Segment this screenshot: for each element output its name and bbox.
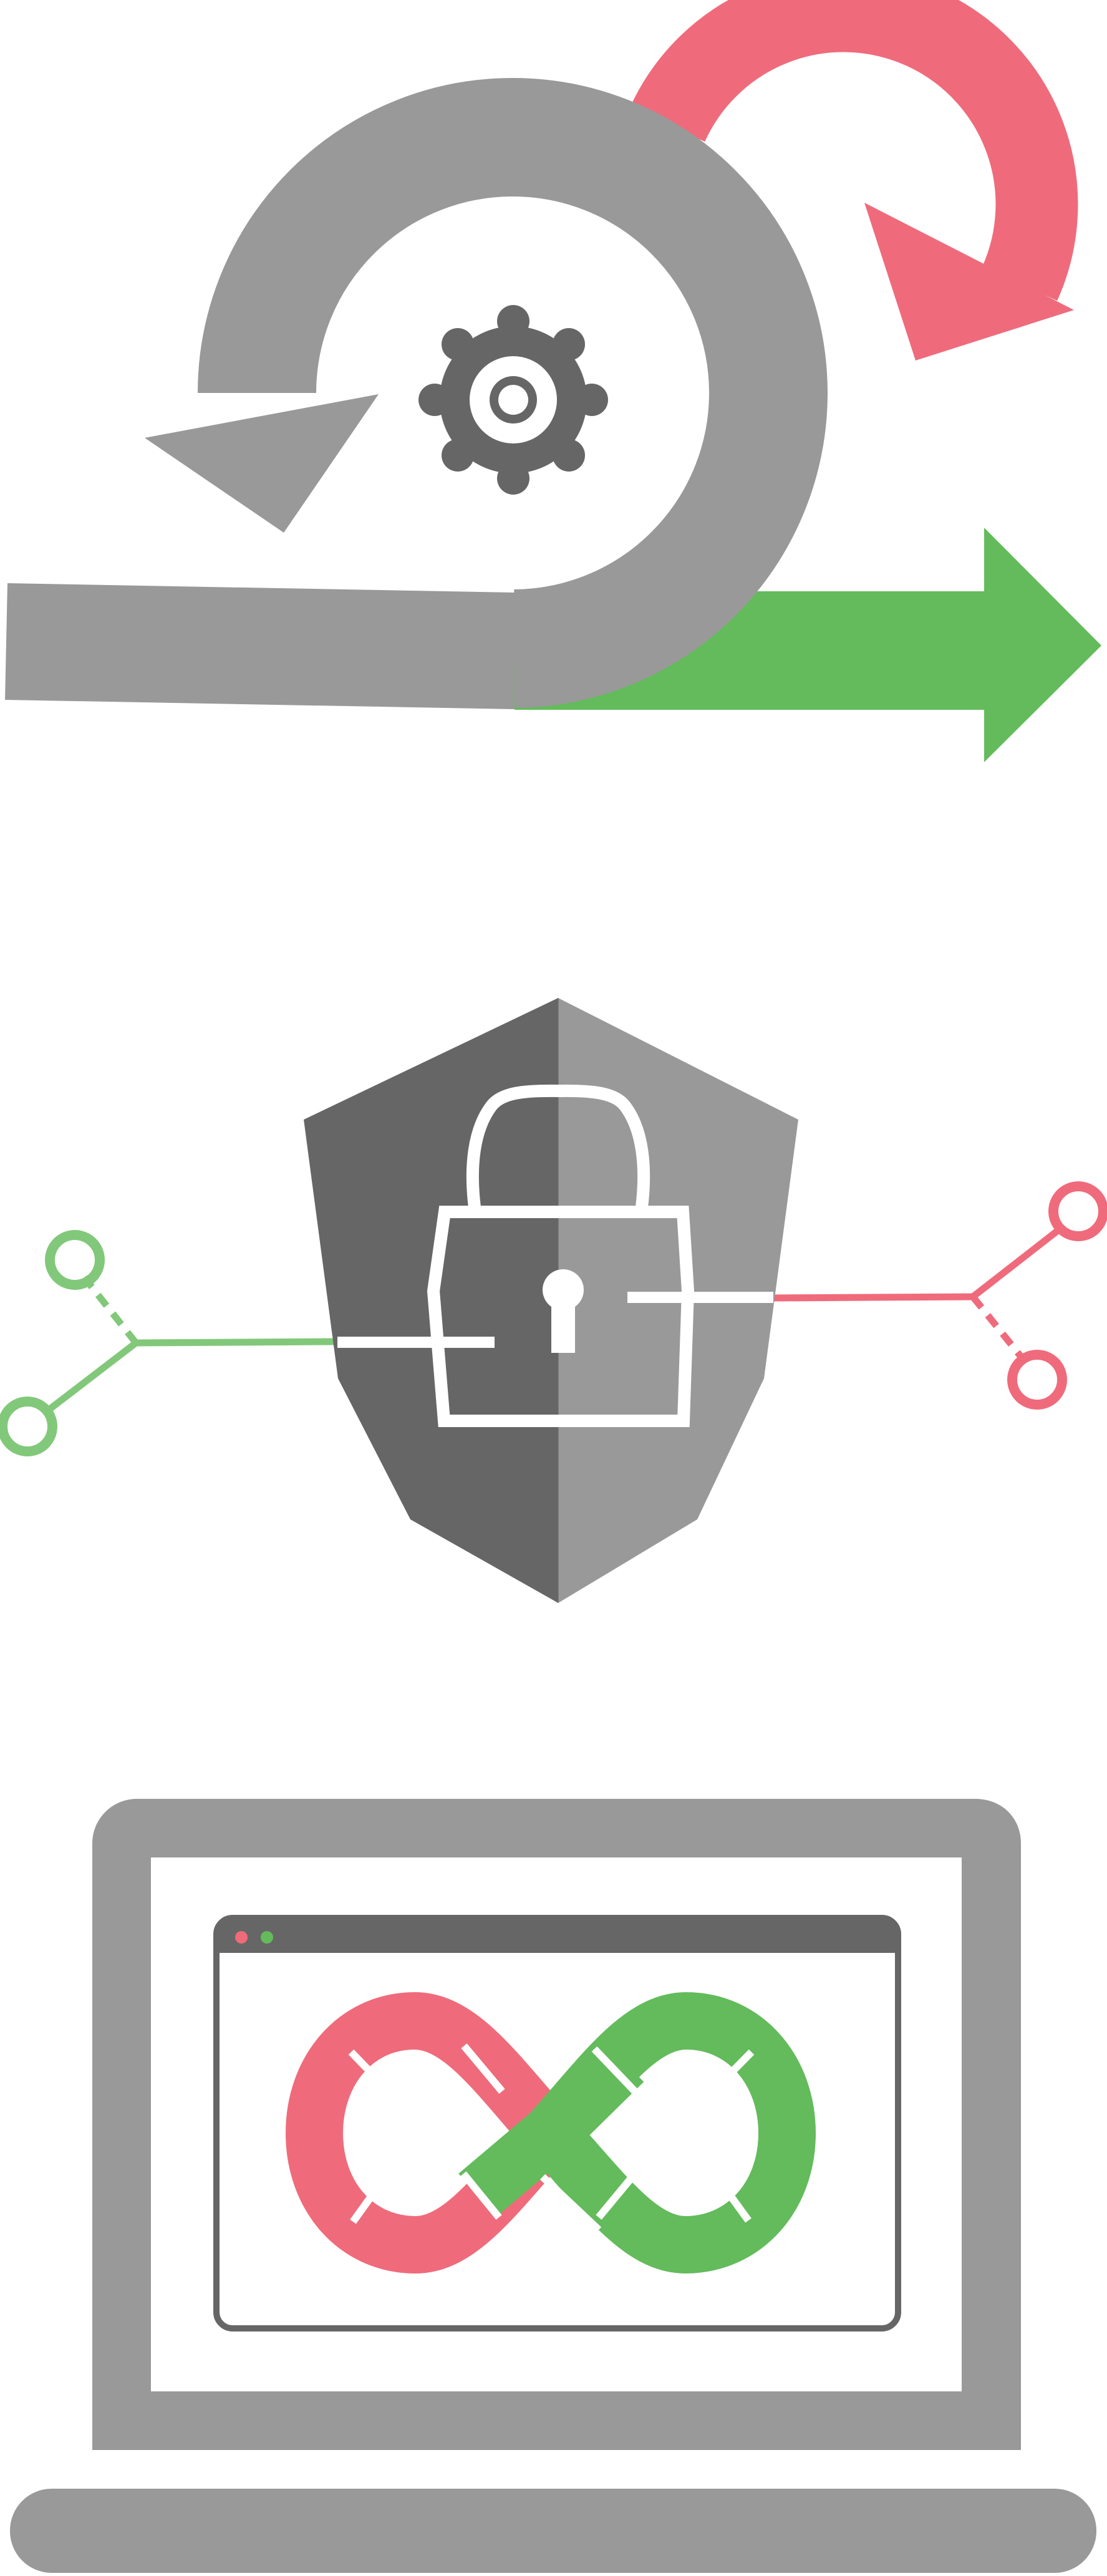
right-network-node-icon: [773, 1181, 1107, 1410]
laptop-infinity-loop-icon: [10, 1799, 1096, 2573]
window-close-dot-icon: [235, 1931, 248, 1944]
gear-icon: [418, 305, 608, 495]
window-maximize-dot-icon: [261, 1931, 273, 1944]
devops-laptop-illustration: [0, 1778, 1107, 2576]
agile-cycle-arrows-icon: [5, 0, 1101, 762]
shield-padlock-icon: [0, 998, 1107, 1603]
secure-connection-illustration: [0, 973, 1107, 1640]
left-network-node-icon: [0, 1230, 334, 1456]
gray-loop-arrow: [5, 78, 828, 709]
agile-cycle-illustration: [0, 0, 1107, 786]
